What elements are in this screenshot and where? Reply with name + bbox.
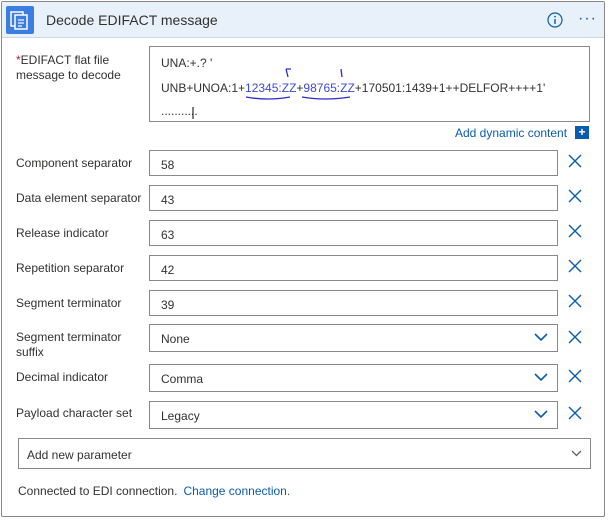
close-icon[interactable] (568, 330, 582, 344)
connection-status: Connected to EDI connection. (18, 484, 178, 498)
component-separator-label: Component separator (16, 156, 133, 170)
release-indicator-label: Release indicator (16, 226, 109, 240)
add-dynamic-content-link[interactable]: Add dynamic content (455, 126, 567, 140)
repetition-separator-input[interactable]: 42 (149, 255, 558, 281)
close-icon[interactable] (568, 406, 582, 420)
payload-character-set-select[interactable]: Legacy (149, 401, 558, 429)
close-icon[interactable] (568, 224, 582, 238)
data-element-separator-input[interactable]: 43 (149, 185, 558, 211)
add-dynamic-content-icon[interactable]: + (575, 126, 589, 139)
release-indicator-input[interactable]: 63 (149, 220, 558, 246)
action-card: Decode EDIFACT message ··· *EDIFACT flat… (1, 1, 605, 517)
close-icon[interactable] (568, 294, 582, 308)
close-icon[interactable] (568, 259, 582, 273)
chevron-down-icon (534, 410, 548, 419)
segment-terminator-suffix-select[interactable]: None (149, 324, 558, 352)
connection-footer: Connected to EDI connection. Change conne… (18, 484, 290, 498)
data-element-separator-label: Data element separator (16, 191, 142, 205)
segment-terminator-input[interactable]: 39 (149, 290, 558, 316)
chevron-down-icon (534, 333, 548, 342)
chevron-down-icon (571, 450, 582, 457)
close-icon[interactable] (568, 154, 582, 168)
card-header[interactable]: Decode EDIFACT message ··· (2, 2, 604, 38)
chevron-down-icon (534, 373, 548, 382)
add-new-parameter-dropdown[interactable]: Add new parameter (18, 438, 591, 469)
decimal-indicator-label: Decimal indicator (16, 370, 109, 384)
payload-character-set-label: Payload character set (16, 406, 133, 420)
decimal-indicator-select[interactable]: Comma (149, 364, 558, 392)
app-document-icon (6, 6, 34, 34)
annotation-marks (192, 68, 351, 119)
segment-terminator-label: Segment terminator (16, 296, 122, 310)
action-title: Decode EDIFACT message (46, 12, 218, 28)
close-icon[interactable] (568, 189, 582, 203)
message-textarea[interactable]: UNA:+.? ' UNB+UNOA:1+12345:ZZ+98765:ZZ+1… (149, 46, 590, 122)
message-label: *EDIFACT flat file message to decode (16, 53, 121, 82)
component-separator-input[interactable]: 58 (149, 150, 558, 176)
close-icon[interactable] (568, 369, 582, 383)
info-icon[interactable] (547, 12, 563, 28)
repetition-separator-label: Repetition separator (16, 261, 125, 275)
more-icon[interactable]: ··· (578, 10, 597, 28)
segment-terminator-suffix-label: Segment terminator suffix (16, 330, 122, 359)
change-connection-link[interactable]: Change connection. (183, 484, 290, 498)
